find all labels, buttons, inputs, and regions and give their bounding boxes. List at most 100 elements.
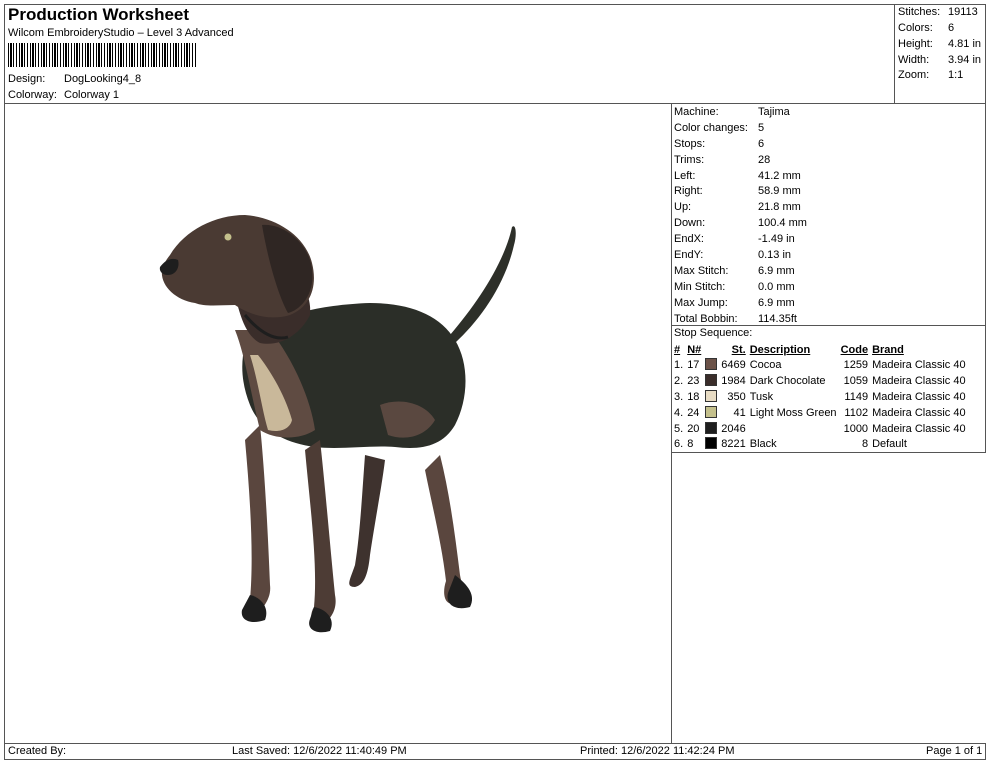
machine-info-value: Tajima <box>758 105 790 118</box>
height-value: 4.81 in <box>948 38 982 50</box>
machine-info-label: Max Stitch: <box>674 264 729 277</box>
width-label: Width: <box>898 54 930 66</box>
machine-info: Machine: Tajima Color changes: 5 Stops: 6 Trim… <box>674 104 807 326</box>
col-description: Description <box>749 343 811 356</box>
stop-stitches: 8221 <box>721 438 746 451</box>
stop-sequence-row: 4. 24 41 Light Moss Green 1102 Madeira Classi… <box>672 405 968 421</box>
stop-num: 2. <box>674 374 684 387</box>
stop-sequence-row: 3. 18 350 Tusk 1149 Madeira Classic 40 <box>672 389 968 405</box>
stop-description <box>748 421 839 437</box>
stop-code: 1149 <box>844 390 869 403</box>
stop-stitches: 6469 <box>721 358 746 371</box>
stop-stitches: 1984 <box>721 374 746 387</box>
design-preview-dog <box>159 215 516 633</box>
stop-sequence-table: # N# St. Description Code Brand 1. 17 6469… <box>672 342 968 452</box>
machine-info-value: 41.2 mm <box>758 169 801 182</box>
dog-tail <box>450 226 516 343</box>
stop-needle: 24 <box>687 406 700 419</box>
height-label: Height: <box>898 38 933 50</box>
page-number: Page 1 of 1 <box>926 745 983 757</box>
stop-sequence-row: 1. 17 6469 Cocoa 1259 Madeira Classic 40 <box>672 357 968 373</box>
machine-info-label: Down: <box>674 217 706 230</box>
printed-date: Printed: 12/6/2022 11:42:24 PM <box>580 745 735 757</box>
stop-brand: Default <box>872 438 907 451</box>
stop-sequence-row: 6. 8 8221 Black 8 Default <box>672 436 968 452</box>
stop-stitches: 41 <box>733 406 746 419</box>
stop-description: Tusk <box>749 390 774 403</box>
machine-info-row: Min Stitch: 0.0 mm <box>674 279 807 295</box>
stop-swatch <box>703 421 719 437</box>
colorway-label: Colorway: <box>8 89 57 101</box>
machine-info-row: Color changes: 5 <box>674 120 807 136</box>
machine-info-row: Trims: 28 <box>674 152 807 168</box>
barcode <box>8 43 196 67</box>
stitches-value: 19113 <box>948 6 978 18</box>
last-saved: Last Saved: 12/6/2022 11:40:49 PM <box>232 745 407 757</box>
machine-info-label: Machine: <box>674 105 719 118</box>
machine-info-value: 28 <box>758 153 771 166</box>
stop-num: 3. <box>674 390 684 403</box>
machine-info-row: EndX: -1.49 in <box>674 231 807 247</box>
stop-code: 1259 <box>843 358 869 371</box>
stitches-label: Stitches: <box>898 6 941 18</box>
machine-info-row: Machine: Tajima <box>674 104 807 120</box>
dog-back-leg-left <box>349 455 385 587</box>
machine-info-label: Right: <box>674 185 703 198</box>
stop-code: 1059 <box>843 374 869 387</box>
machine-info-label: Up: <box>674 201 692 214</box>
stop-description: Light Moss Green <box>749 406 837 419</box>
machine-info-row: Max Stitch: 6.9 mm <box>674 263 807 279</box>
stop-num: 4. <box>674 406 684 419</box>
design-value: DogLooking4_8 <box>64 73 142 85</box>
dog-eye <box>224 233 232 241</box>
color-swatch <box>705 405 718 418</box>
machine-info-label: Stops: <box>674 137 706 150</box>
stop-sequence-title: Stop Sequence: <box>674 327 753 339</box>
col-code: Code <box>840 343 869 356</box>
machine-info-value: 58.9 mm <box>758 185 801 198</box>
col-swatch <box>703 342 719 357</box>
stop-swatch <box>703 405 719 421</box>
stop-num: 6. <box>674 438 684 451</box>
machine-info-value: 100.4 mm <box>758 217 807 230</box>
footer-frame <box>4 743 986 760</box>
machine-info-value: 6.9 mm <box>758 264 795 277</box>
stop-brand: Madeira Classic 40 <box>872 406 966 419</box>
stop-stitches: 350 <box>727 390 746 403</box>
color-swatch <box>705 357 718 370</box>
machine-info-label: EndX: <box>674 233 704 246</box>
stop-brand: Madeira Classic 40 <box>872 422 966 435</box>
col-st: St. <box>731 343 746 356</box>
machine-info-label: Total Bobbin: <box>674 312 738 325</box>
stop-brand: Madeira Classic 40 <box>872 374 966 387</box>
stop-needle: 17 <box>687 358 700 371</box>
machine-info-row: Stops: 6 <box>674 136 807 152</box>
stop-needle: 8 <box>687 438 694 451</box>
colorway-value: Colorway 1 <box>64 89 120 101</box>
dog-front-leg-right <box>305 440 336 626</box>
machine-info-row: Right: 58.9 mm <box>674 183 807 199</box>
page-title: Production Worksheet <box>8 5 190 24</box>
design-label: Design: <box>8 73 46 85</box>
machine-info-value: 6 <box>758 137 765 150</box>
machine-info-row: EndY: 0.13 in <box>674 247 807 263</box>
machine-info-label: Trims: <box>674 153 705 166</box>
stop-needle: 20 <box>687 422 700 435</box>
machine-info-value: 114.35ft <box>758 312 797 325</box>
machine-info-row: Up: 21.8 mm <box>674 199 807 215</box>
colors-label: Colors: <box>898 22 933 34</box>
zoom-label: Zoom: <box>898 69 930 81</box>
dog-front-leg-left <box>245 425 271 617</box>
stop-sequence-row: 5. 20 2046 1000 Madeira Classic 40 <box>672 421 968 437</box>
stop-swatch <box>703 357 719 373</box>
machine-info-value: 5 <box>758 121 765 134</box>
machine-info-label: EndY: <box>674 248 704 261</box>
machine-info-label: Min Stitch: <box>674 280 726 293</box>
color-swatch <box>705 373 718 386</box>
zoom-value: 1:1 <box>948 69 964 81</box>
machine-info-row: Left: 41.2 mm <box>674 168 807 184</box>
stop-brand: Madeira Classic 40 <box>872 390 966 403</box>
machine-info-value: -1.49 in <box>758 233 795 246</box>
stop-needle: 23 <box>687 374 700 387</box>
stop-num: 5. <box>674 422 684 435</box>
